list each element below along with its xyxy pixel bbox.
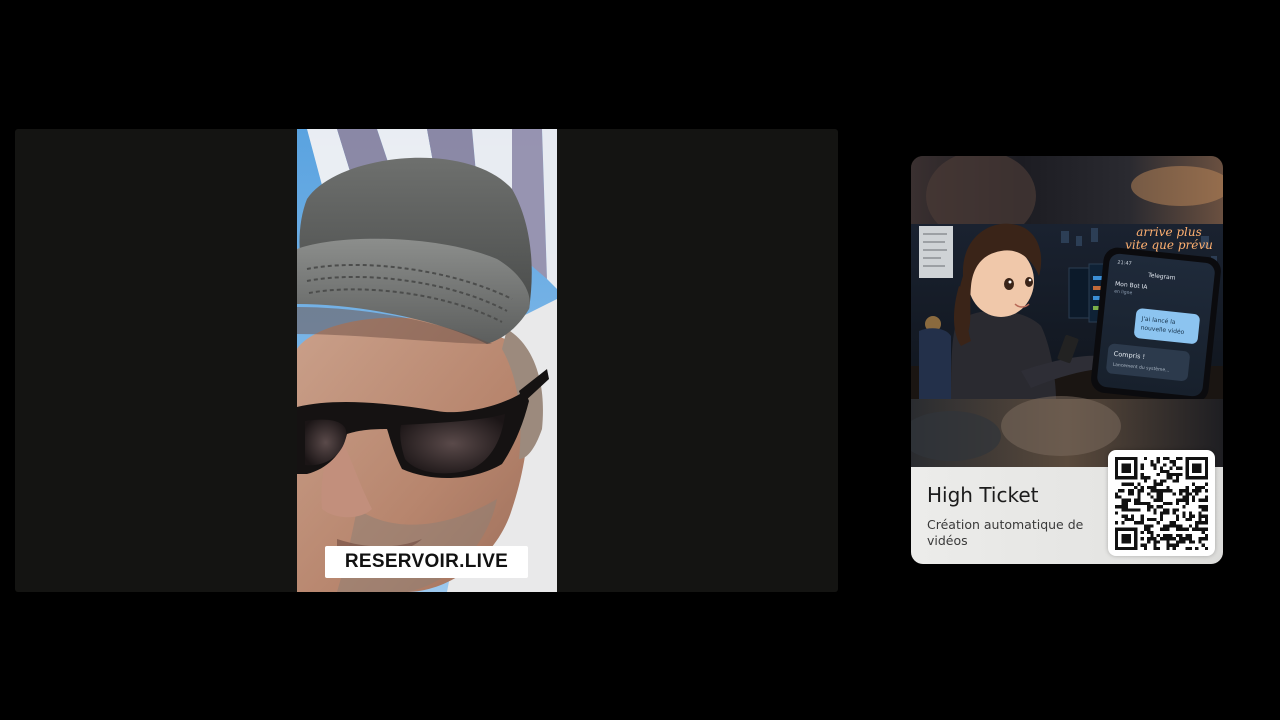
promo-card[interactable]: arrive plus vite que prévu 21:47 Telegra… bbox=[911, 156, 1223, 564]
qr-code[interactable] bbox=[1108, 450, 1215, 556]
live-stream-screen: RESERVOIR.LIVE arrive plus vite que prév… bbox=[0, 0, 1280, 720]
promo-card-image: arrive plus vite que prévu 21:47 Telegra… bbox=[911, 156, 1223, 467]
portrait-video-feed[interactable]: RESERVOIR.LIVE bbox=[297, 129, 557, 592]
stream-watermark: RESERVOIR.LIVE bbox=[325, 546, 528, 578]
promo-card-title: High Ticket bbox=[927, 483, 1039, 507]
svg-text:arrive plus: arrive plus bbox=[1136, 225, 1202, 239]
qr-code-icon bbox=[1115, 457, 1208, 550]
promo-card-subtitle: Création automatique de vidéos bbox=[927, 517, 1084, 548]
video-player[interactable]: RESERVOIR.LIVE bbox=[15, 129, 838, 592]
webcam-frame bbox=[297, 129, 557, 592]
